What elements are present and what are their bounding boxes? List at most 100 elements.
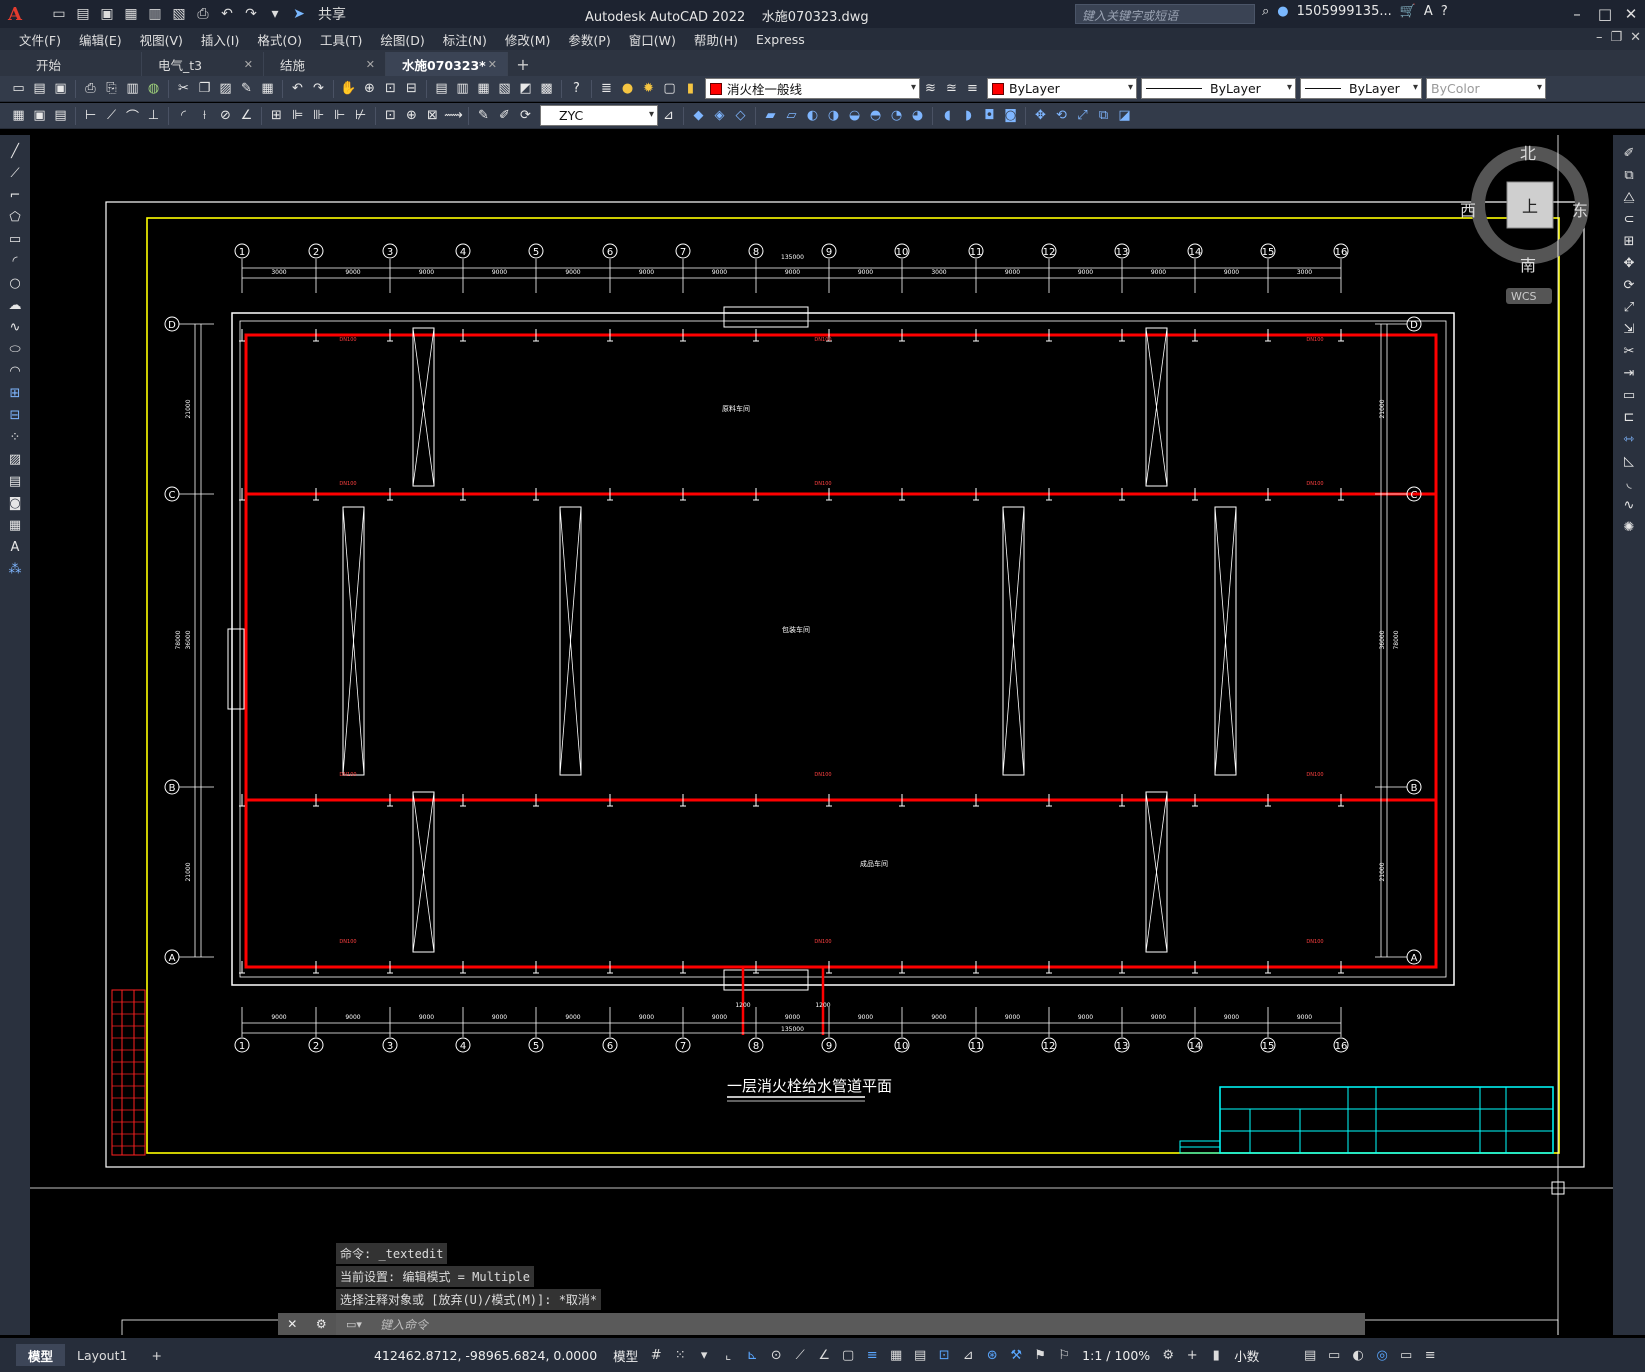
object-snap-tracking-icon[interactable]: ∠ (812, 1343, 836, 1367)
menu-edit[interactable]: 编辑(E) (70, 30, 131, 49)
radius-dim-icon[interactable]: ◜ (173, 106, 194, 126)
layer-viewport-icon[interactable]: ▢ (659, 79, 680, 99)
cart-icon[interactable]: 🛒 (1400, 4, 1416, 19)
object-snap-icon[interactable]: ▢ (836, 1343, 860, 1367)
hatch-icon[interactable]: ▨ (4, 449, 26, 469)
new-tab-icon[interactable]: + (508, 52, 538, 76)
blend-icon[interactable]: ∿ (1618, 495, 1640, 515)
share-label[interactable]: 共享 (318, 4, 346, 24)
revision-cloud-icon[interactable]: ☁ (4, 295, 26, 315)
block-editor-icon[interactable]: ▦ (257, 79, 278, 99)
zoom-previous-icon[interactable]: ⊟ (401, 79, 422, 99)
redo-icon[interactable]: ↷ (308, 79, 329, 99)
workspace-gear-icon[interactable]: ⚙ (1156, 1343, 1180, 1367)
trim-icon[interactable]: ✂ (1618, 341, 1640, 361)
tolerance-icon[interactable]: ⊡ (380, 106, 401, 126)
scale-icon[interactable]: ⤢ (1618, 297, 1640, 317)
calculator-icon[interactable]: ▩ (536, 79, 557, 99)
fillet-icon[interactable]: ◟ (1618, 473, 1640, 493)
dim-style-icon[interactable]: ⊿ (658, 106, 679, 126)
zoom-realtime-icon[interactable]: ⊕ (359, 79, 380, 99)
user-icon[interactable]: ● (1277, 4, 1288, 19)
3d-revolve-icon[interactable]: ◒ (844, 106, 865, 126)
linear-dim-icon[interactable]: ⊢ (80, 106, 101, 126)
menu-window[interactable]: 窗口(W) (620, 30, 685, 49)
3d-loft-icon[interactable]: ◑ (823, 106, 844, 126)
3d-union-icon[interactable]: ◈ (709, 106, 730, 126)
auto-scale-icon[interactable]: ⚑ (1028, 1343, 1052, 1367)
infer-constraints-icon[interactable]: ⌞ (716, 1343, 740, 1367)
share-icon[interactable]: ➤ (288, 4, 310, 24)
add-layout-icon[interactable]: + (139, 1344, 173, 1366)
lineweight-dropdown[interactable]: ByLayer ▾ (1300, 78, 1422, 99)
command-customize-icon[interactable]: ⚙ (316, 1317, 327, 1331)
layer-properties-icon[interactable]: ≣ (596, 79, 617, 99)
annotation-scale[interactable]: 1:1 / 100% (1076, 1348, 1156, 1363)
new-icon[interactable]: ▭ (8, 79, 29, 99)
command-close-icon[interactable]: ✕ (287, 1317, 297, 1331)
match-properties-icon[interactable]: ✎ (236, 79, 257, 99)
jogged-dim-icon[interactable]: ⟊ (194, 106, 215, 126)
3d-chamfer-icon[interactable]: ◗ (958, 106, 979, 126)
menu-file[interactable]: 文件(F) (10, 30, 70, 49)
line-icon[interactable]: ╱ (4, 141, 26, 161)
menu-dimension[interactable]: 标注(N) (434, 30, 496, 49)
tool-icon-1[interactable]: ▦ (8, 106, 29, 126)
layer-on-icon[interactable]: ● (617, 79, 638, 99)
diameter-dim-icon[interactable]: ⊘ (215, 106, 236, 126)
pan-icon[interactable]: ✋ (338, 79, 359, 99)
tool-icon-2[interactable]: ▣ (29, 106, 50, 126)
sheet-set-icon[interactable]: ▧ (494, 79, 515, 99)
insert-block-icon[interactable]: ⊞ (4, 383, 26, 403)
crosshair-add-icon[interactable]: + (1180, 1343, 1204, 1367)
compass-north[interactable]: 北 (1520, 144, 1536, 163)
coordinate-readout[interactable]: 412462.8712, -98965.6824, 0.0000 (374, 1348, 597, 1363)
tab-structure[interactable]: 结施 ✕ (264, 52, 386, 76)
array-icon[interactable]: ⊞ (1618, 231, 1640, 251)
chamfer-icon[interactable]: ◺ (1618, 451, 1640, 471)
add-selected-icon[interactable]: ⁂ (4, 559, 26, 579)
search-input[interactable]: 键入关键字或短语 (1075, 4, 1255, 24)
3d-shell-icon[interactable]: ◘ (979, 106, 1000, 126)
cut-icon[interactable]: ✂ (173, 79, 194, 99)
doc-restore-icon[interactable]: ❐ (1610, 30, 1622, 45)
layer-freeze-icon[interactable]: ✹ (638, 79, 659, 99)
viewcube[interactable]: 上 北 南 东 西 WCS (1460, 144, 1589, 304)
plot-preview-icon[interactable]: ⎘ (101, 79, 122, 99)
model-space-toggle[interactable]: 模型 (607, 1346, 644, 1365)
gizmo-icon[interactable]: ⊛ (980, 1343, 1004, 1367)
menu-parametric[interactable]: 参数(P) (559, 30, 619, 49)
customize-dropdown-icon[interactable]: ▾ (264, 4, 286, 24)
isolate-objects-icon[interactable]: ◐ (1346, 1343, 1370, 1367)
units-setting[interactable]: 小数 (1228, 1346, 1298, 1365)
3d-extrude-icon[interactable]: ▰ (760, 106, 781, 126)
polygon-icon[interactable]: ⬠ (4, 207, 26, 227)
drawing-canvas[interactable]: 135000 1 3000 2 9000 3 9000 4 9000 5 9000 6 9000 7 900… (30, 135, 1613, 1335)
tool-palettes-icon[interactable]: ▦ (473, 79, 494, 99)
menu-modify[interactable]: 修改(M) (496, 30, 560, 49)
quick-properties-icon[interactable]: ▤ (1298, 1343, 1322, 1367)
doc-close-icon[interactable]: ✕ (1630, 30, 1641, 45)
new-file-icon[interactable]: ▭ (48, 4, 70, 24)
maximize-button[interactable]: □ (1591, 3, 1619, 25)
break-icon[interactable]: ⊏ (1618, 407, 1640, 427)
open-web-icon[interactable]: ▥ (144, 4, 166, 24)
tab-start[interactable]: 开始 (20, 52, 142, 76)
region-icon[interactable]: ◙ (4, 493, 26, 513)
tab-model[interactable]: 模型 (16, 1344, 66, 1366)
clean-screen-icon[interactable]: ▭ (1394, 1343, 1418, 1367)
lock-ui-icon[interactable]: ▭ (1322, 1343, 1346, 1367)
point-icon[interactable]: ⁘ (4, 427, 26, 447)
arc-icon[interactable]: ◜ (4, 251, 26, 271)
autocad-logo[interactable]: A (0, 0, 30, 28)
menu-insert[interactable]: 插入(I) (192, 30, 248, 49)
snap-icon[interactable]: ⁙ (668, 1343, 692, 1367)
command-input[interactable]: 键入命令 (372, 1313, 1365, 1335)
dynamic-ucs-icon[interactable]: ⊿ (956, 1343, 980, 1367)
menu-tools[interactable]: 工具(T) (311, 30, 371, 49)
search-icon[interactable]: ⌕ (1262, 4, 1269, 19)
construction-line-icon[interactable]: ⟋ (4, 163, 26, 183)
plot-icon[interactable]: ⎙ (80, 79, 101, 99)
3d-presspull-icon[interactable]: ▱ (781, 106, 802, 126)
plot-icon[interactable]: ⎙ (192, 4, 214, 24)
